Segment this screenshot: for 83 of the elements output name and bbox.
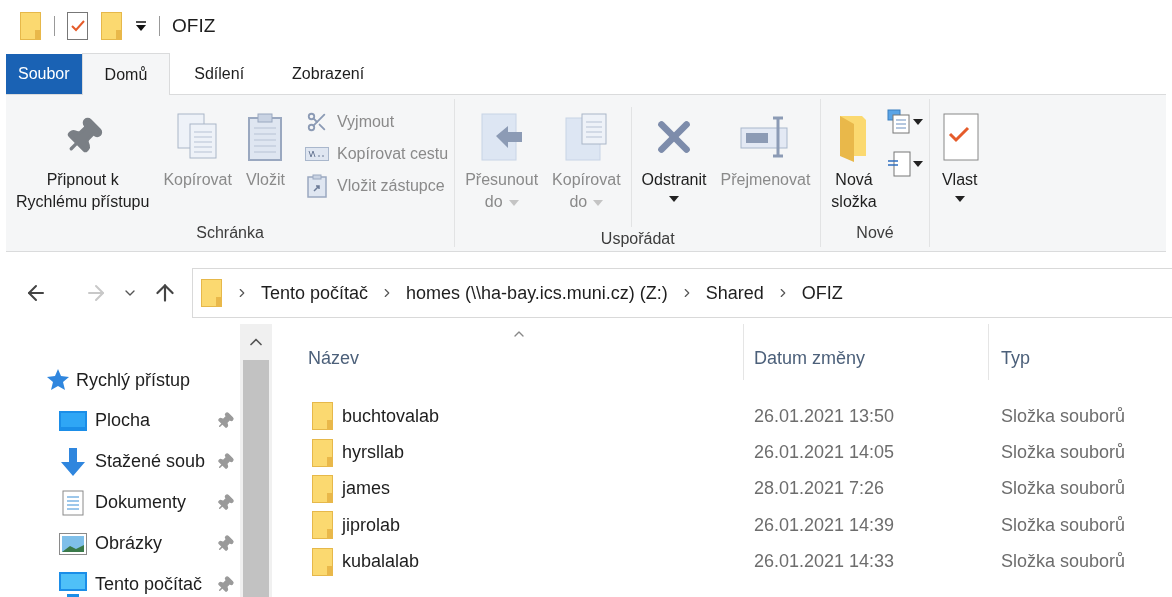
new-item-icon <box>886 109 911 135</box>
file-tab[interactable]: Soubor <box>6 54 82 94</box>
new-item-button[interactable] <box>886 109 923 135</box>
sidebar-item[interactable]: Stažené soub <box>0 441 240 482</box>
folder-icon <box>201 279 223 307</box>
ribbon-tab[interactable]: Domů <box>81 53 171 95</box>
date-cell-text: 26.01.2021 13:50 <box>753 404 896 428</box>
sidebar-label: Plocha <box>95 409 152 432</box>
group-label: Nové <box>855 223 895 243</box>
file-row[interactable]: kubalalab 26.01.2021 14:33 Složka souborů <box>306 543 1172 580</box>
group-label: Schránka <box>195 223 265 243</box>
ribbon-tab[interactable]: Sdílení <box>170 54 269 94</box>
sidebar-item[interactable]: Tento počítač <box>0 564 240 597</box>
sidebar-heading[interactable]: Rychlý přístup <box>76 366 191 394</box>
type-cell-text: Složka souborů <box>1000 550 1127 574</box>
folder-icon <box>101 12 123 40</box>
sidebar-item[interactable]: Plocha <box>0 400 240 441</box>
date-cell-text: 26.01.2021 14:39 <box>753 513 896 537</box>
date-cell-text: 26.01.2021 14:33 <box>753 550 896 574</box>
properties-icon[interactable] <box>67 12 89 40</box>
breadcrumb-item[interactable]: OFIZ <box>801 279 843 307</box>
file-row[interactable]: buchtovalab 26.01.2021 13:50 Složka souborů <box>306 398 1172 435</box>
customize-toolbar-icon[interactable] <box>135 20 147 32</box>
ribbon-button[interactable]: Odstranit <box>637 105 711 207</box>
breadcrumb-item[interactable]: Shared <box>705 279 764 307</box>
folder-icon <box>312 511 334 540</box>
type-cell-text: Složka souborů <box>1000 477 1127 501</box>
column-header[interactable]: Datum změny <box>743 324 988 380</box>
file-row[interactable]: james 28.01.2021 7:26 Složka souborů <box>306 470 1172 508</box>
breadcrumb-item[interactable]: Tento počítač <box>261 279 369 307</box>
caret-icon <box>912 119 923 125</box>
sidebar-label: Stažené soub <box>95 450 207 473</box>
sidebar-label: Dokumenty <box>95 491 188 514</box>
file-name: buchtovalab <box>342 404 440 428</box>
type-cell-text: Složka souborů <box>1000 404 1127 428</box>
ribbon-button[interactable]: Vlast <box>935 105 984 207</box>
sidebar-item[interactable]: Obrázky <box>0 523 240 564</box>
star-icon <box>46 369 70 391</box>
date-cell-text: 28.01.2021 7:26 <box>753 477 886 501</box>
clipboard-icon <box>247 112 284 162</box>
caret-icon <box>912 161 923 167</box>
group-label: Uspořádat <box>599 229 676 249</box>
file-name: hyrsllab <box>342 441 405 465</box>
download-icon <box>59 447 87 476</box>
document-icon <box>886 151 911 177</box>
path-icon <box>305 147 329 161</box>
column-header[interactable]: Název <box>306 324 743 380</box>
caret-icon <box>954 196 965 202</box>
file-name: james <box>342 477 390 501</box>
caret-icon <box>508 199 519 206</box>
type-cell-text: Složka souborů <box>1000 441 1127 465</box>
file-row[interactable]: jiprolab 26.01.2021 14:39 Složka souborů <box>306 507 1172 544</box>
document-icon <box>62 489 84 516</box>
paste-shortcut-icon <box>307 174 327 198</box>
file-row[interactable]: hyrsllab 26.01.2021 14:05 Složka souborů <box>306 434 1172 471</box>
caret-icon <box>669 196 680 202</box>
folder-icon <box>312 547 334 576</box>
sidebar-label: Tento počítač <box>95 573 204 596</box>
type-cell-text: Složka souborů <box>1000 513 1127 537</box>
breadcrumb-item[interactable]: homes (\\ha-bay.ics.muni.cz) (Z:) <box>406 279 668 307</box>
folder-icon <box>312 474 334 503</box>
caret-icon <box>593 199 604 206</box>
ribbon-button[interactable]: Nová složka <box>827 105 881 213</box>
folder-icon <box>20 12 42 40</box>
file-name: kubalalab <box>342 550 420 574</box>
computer-icon <box>59 571 87 597</box>
sidebar-label: Obrázky <box>95 532 164 555</box>
folder-icon <box>312 402 334 431</box>
desktop-icon <box>59 409 87 432</box>
new-item-button[interactable] <box>886 151 923 177</box>
column-header[interactable]: Typ <box>988 324 1172 380</box>
ribbon-tab[interactable]: Zobrazení <box>268 54 389 94</box>
address-field[interactable]: Tento počítač homes (\\ha-bay.ics.muni.cz) (Z:) Shared OFIZ <box>192 268 1172 318</box>
ribbon-button[interactable]: Připnout k Rychlému přístupu <box>12 105 154 213</box>
scissors-icon <box>306 111 328 133</box>
folder-icon <box>312 438 334 467</box>
scrollbar[interactable] <box>240 324 272 597</box>
file-name: jiprolab <box>342 513 401 537</box>
sidebar-item[interactable]: Dokumenty <box>0 482 240 523</box>
date-cell-text: 26.01.2021 14:05 <box>753 441 896 465</box>
pictures-icon <box>59 532 87 555</box>
window-title: OFIZ <box>172 13 216 38</box>
copy-icon <box>175 112 220 162</box>
